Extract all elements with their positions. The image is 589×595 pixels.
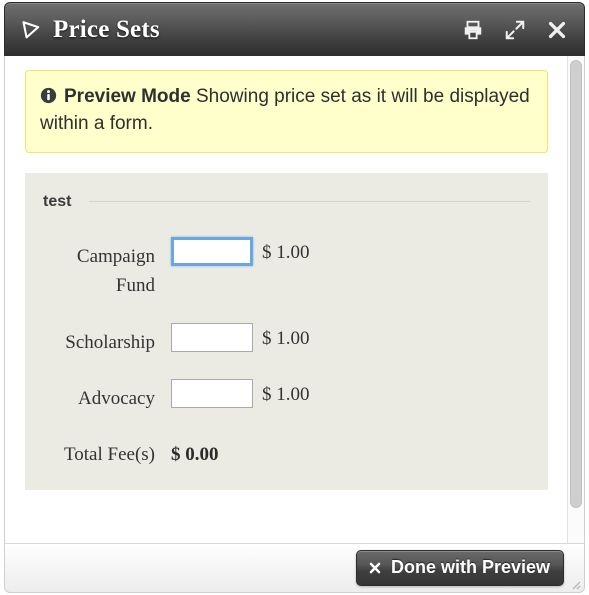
resize-grip-icon[interactable] — [567, 576, 581, 590]
dialog-title: Price Sets — [53, 15, 160, 43]
price-field-amount: $ 1.00 — [262, 327, 310, 349]
price-field-label: Campaign Fund — [76, 245, 155, 297]
price-field-row: Scholarship $ 1.00 — [43, 322, 530, 357]
price-field-row: Advocacy $ 1.00 — [43, 379, 530, 413]
price-field-input-advocacy[interactable] — [171, 379, 253, 409]
expand-arrows-icon[interactable] — [504, 19, 526, 41]
price-field-label: Scholarship — [65, 331, 155, 353]
info-icon — [40, 87, 57, 104]
preview-mode-notice: Preview Mode Showing price set as it wil… — [25, 70, 548, 153]
scrollbar-thumb[interactable] — [570, 60, 582, 508]
header-divider — [89, 201, 530, 203]
close-x-icon[interactable] — [546, 19, 568, 41]
price-set-panel: test Campaign Fund $ 1.00 Scholarship $ … — [25, 172, 548, 490]
done-with-preview-button[interactable]: Done with Preview — [355, 550, 564, 586]
price-field-amount: $ 1.00 — [262, 241, 310, 263]
total-fees-row: Total Fee(s) $ 0.00 — [43, 444, 530, 466]
price-field-input-wrap — [171, 379, 253, 409]
price-field-input-wrap — [171, 322, 253, 352]
price-field-row: Campaign Fund $ 1.00 — [43, 236, 530, 301]
price-sets-dialog: Price Sets Preview Mode Showing price se… — [0, 0, 589, 595]
price-field-amount: $ 1.00 — [262, 384, 310, 406]
price-field-label: Advocacy — [77, 388, 155, 410]
price-set-title: test — [43, 192, 72, 210]
triangle-play-icon — [22, 20, 40, 38]
notice-heading: Preview Mode — [64, 86, 191, 107]
total-fees-label: Total Fee(s) — [63, 443, 155, 465]
titlebar-actions — [462, 19, 568, 41]
close-x-icon — [369, 562, 381, 573]
dialog-titlebar: Price Sets — [4, 2, 585, 56]
price-field-input-wrap — [171, 236, 253, 266]
price-set-header: test — [43, 193, 530, 211]
price-field-input-scholarship[interactable] — [171, 322, 253, 352]
dialog-content: Preview Mode Showing price set as it wil… — [5, 56, 566, 543]
total-fees-value: $ 0.00 — [171, 443, 219, 465]
dialog-body: Preview Mode Showing price set as it wil… — [4, 56, 585, 543]
dialog-footer: Done with Preview — [4, 543, 585, 593]
done-with-preview-label: Done with Preview — [390, 557, 550, 577]
vertical-scrollbar[interactable] — [567, 56, 584, 543]
printer-icon[interactable] — [462, 19, 484, 41]
price-field-input-campaign-fund[interactable] — [171, 236, 253, 266]
